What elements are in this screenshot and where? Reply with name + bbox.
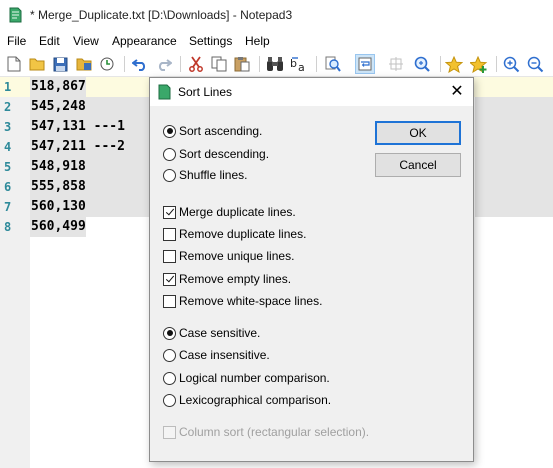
cancel-button[interactable]: Cancel [375, 153, 461, 177]
radio-button[interactable] [163, 124, 176, 138]
menu-settings[interactable]: Settings [189, 34, 232, 48]
svg-text:b: b [290, 57, 297, 70]
add-favorite-icon[interactable] [469, 54, 489, 74]
save-icon[interactable] [50, 54, 70, 74]
remove-duplicate-checkbox[interactable]: Remove duplicate lines. [163, 226, 306, 242]
checkbox[interactable] [163, 227, 176, 241]
checkbox[interactable] [163, 249, 176, 263]
checkbox[interactable] [163, 272, 176, 286]
new-icon[interactable] [4, 54, 24, 74]
dialog-title: Sort Lines [178, 85, 233, 99]
radio-button[interactable] [163, 147, 176, 161]
paste-icon[interactable] [232, 54, 252, 74]
option-label: Shuffle lines. [179, 168, 248, 182]
svg-text:a: a [298, 61, 305, 72]
menu-edit[interactable]: Edit [39, 34, 60, 48]
option-label: Logical number comparison. [179, 371, 330, 385]
checkbox[interactable] [163, 205, 176, 219]
option-label: Remove duplicate lines. [179, 227, 307, 241]
toolbar: ba [0, 51, 553, 77]
notepad3-icon [9, 7, 22, 23]
line-text[interactable]: 545,248 [30, 97, 150, 117]
line-number: 7 [4, 200, 12, 214]
option-label: Remove white-space lines. [179, 294, 323, 308]
option-label: Lexicographical comparison. [179, 393, 332, 407]
zoom-in-icon[interactable] [501, 54, 521, 74]
line-text[interactable]: 555,858 [30, 177, 150, 197]
sort-ascending-option[interactable]: Sort ascending. [163, 123, 262, 139]
option-label: Merge duplicate lines. [179, 205, 296, 219]
close-icon[interactable]: ✕ [447, 82, 467, 102]
case-insensitive-option[interactable]: Case insensitive. [163, 347, 270, 363]
line-number: 5 [4, 160, 12, 174]
replace-icon[interactable]: ba [289, 54, 309, 74]
option-label: Sort ascending. [179, 124, 263, 138]
menu-bar: File Edit View Appearance Settings Help [0, 31, 553, 51]
find-next-icon[interactable] [412, 54, 432, 74]
line-text[interactable]: 548,918 [30, 157, 150, 177]
undo-icon[interactable] [130, 54, 150, 74]
line-text[interactable]: 547,131 ---1 [30, 117, 150, 137]
line-text[interactable]: 560,130 [30, 197, 150, 217]
browse-icon[interactable] [97, 54, 117, 74]
remove-empty-checkbox[interactable]: Remove empty lines. [163, 271, 291, 287]
cut-icon[interactable] [186, 54, 206, 74]
sort-lines-dialog: Sort Lines ✕ Sort ascending. Sort descen… [149, 77, 474, 462]
dialog-title-bar: Sort Lines ✕ [150, 78, 473, 106]
option-label: Column sort (rectangular selection). [179, 425, 370, 439]
radio-button[interactable] [163, 348, 176, 362]
option-label: Remove empty lines. [179, 272, 292, 286]
logical-comparison-option[interactable]: Logical number comparison. [163, 370, 330, 386]
line-number: 3 [4, 120, 12, 134]
line-number: 6 [4, 180, 12, 194]
menu-file[interactable]: File [7, 34, 26, 48]
line-number: 1 [4, 80, 12, 94]
title-bar: * Merge_Duplicate.txt [D:\Downloads] - N… [0, 0, 553, 30]
sort-descending-option[interactable]: Sort descending. [163, 146, 269, 162]
lexicographical-comparison-option[interactable]: Lexicographical comparison. [163, 392, 331, 408]
menu-help[interactable]: Help [245, 34, 270, 48]
shuffle-lines-option[interactable]: Shuffle lines. [163, 167, 248, 183]
line-number: 8 [4, 220, 12, 234]
copy-icon[interactable] [209, 54, 229, 74]
option-label: Case insensitive. [179, 348, 270, 362]
zoom-out-icon[interactable] [525, 54, 545, 74]
ok-button[interactable]: OK [375, 121, 461, 145]
search-icon[interactable] [323, 54, 343, 74]
checkbox [163, 425, 176, 439]
zoom-icon[interactable] [386, 54, 406, 74]
case-sensitive-option[interactable]: Case sensitive. [163, 325, 260, 341]
option-label: Remove unique lines. [179, 249, 295, 263]
menu-appearance[interactable]: Appearance [112, 34, 177, 48]
radio-button[interactable] [163, 168, 176, 182]
word-wrap-icon[interactable] [355, 54, 375, 74]
radio-button[interactable] [163, 393, 176, 407]
radio-button[interactable] [163, 371, 176, 385]
redo-icon[interactable] [154, 54, 174, 74]
line-number: 4 [4, 140, 12, 154]
option-label: Sort descending. [179, 147, 270, 161]
column-sort-checkbox: Column sort (rectangular selection). [163, 424, 369, 440]
line-text[interactable]: 560,499 [30, 217, 86, 237]
find-icon[interactable] [265, 54, 285, 74]
line-text[interactable]: 518,867 [30, 77, 86, 97]
open-icon[interactable] [27, 54, 47, 74]
remove-unique-checkbox[interactable]: Remove unique lines. [163, 248, 294, 264]
menu-view[interactable]: View [73, 34, 99, 48]
notepad3-icon [158, 84, 171, 100]
merge-duplicate-checkbox[interactable]: Merge duplicate lines. [163, 204, 296, 220]
selection-highlight [475, 97, 553, 217]
radio-button[interactable] [163, 326, 176, 340]
checkbox[interactable] [163, 294, 176, 308]
line-number: 2 [4, 100, 12, 114]
option-label: Case sensitive. [179, 326, 261, 340]
remove-whitespace-checkbox[interactable]: Remove white-space lines. [163, 293, 322, 309]
window-title: * Merge_Duplicate.txt [D:\Downloads] - N… [30, 8, 293, 22]
save-as-icon[interactable] [74, 54, 94, 74]
favorites-icon[interactable] [444, 54, 464, 74]
line-text[interactable]: 547,211 ---2 [30, 137, 150, 157]
